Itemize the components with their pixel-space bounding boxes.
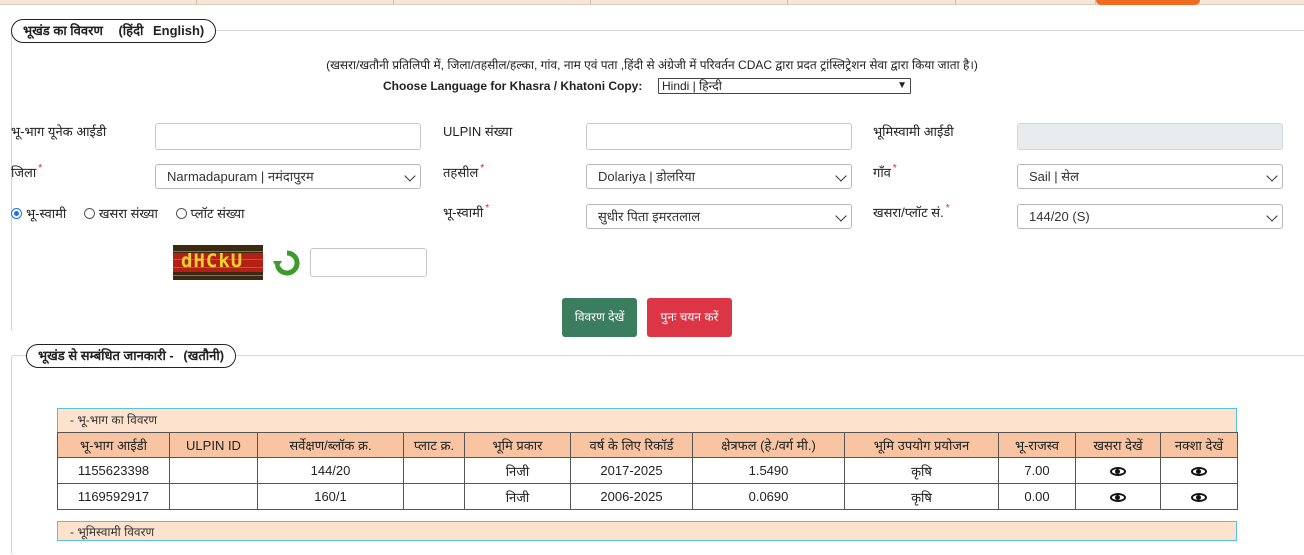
owner-id-input — [1017, 123, 1283, 150]
owner-id-label: भूमिस्वामी आईडी — [873, 124, 954, 139]
lang-hindi-link[interactable]: (हिंदी — [118, 23, 143, 38]
village-select[interactable]: Sail | सेल — [1017, 164, 1283, 189]
cell-revenue: 0.00 — [998, 483, 1076, 510]
search-type-radio-group: भू-स्वामी खसरा संख्या प्लॉट संख्या — [11, 204, 258, 222]
unique-id-label: भू-भाग यूनेक आईडी — [11, 124, 107, 139]
cell-record-years: 2017-2025 — [570, 457, 693, 484]
col-header: भूमि प्रकार — [464, 432, 571, 458]
cell-record-years: 2006-2025 — [570, 483, 693, 510]
cell-ulpin — [169, 483, 258, 510]
eye-icon[interactable] — [1110, 467, 1126, 477]
col-header: नक्शा देखें — [1160, 432, 1238, 458]
transliteration-note: (खसरा/खतौनी प्रतिलिपी में, जिला/तहसील/हल… — [326, 58, 978, 72]
tehsil-select-value: Dolariya | डोलरिया — [598, 169, 696, 184]
col-header: भू-राजस्व — [998, 432, 1076, 458]
district-label: जिला * — [11, 163, 43, 180]
chevron-down-icon — [835, 170, 847, 182]
cell-view-map — [1160, 483, 1238, 510]
col-header: ULPIN ID — [169, 432, 258, 458]
view-details-button[interactable]: विवरण देखें — [562, 298, 637, 337]
chevron-down-icon: ▼ — [897, 80, 907, 91]
cell-area: 1.5490 — [692, 457, 845, 484]
village-select-value: Sail | सेल — [1029, 169, 1079, 184]
chevron-down-icon — [835, 210, 847, 222]
col-header: सर्वेक्षण/ब्लॉक क्र. — [257, 432, 404, 458]
land-table: भू-भाग आईडी ULPIN ID सर्वेक्षण/ब्लॉक क्र… — [57, 432, 1238, 510]
owner-details-panel-heading: - भूमिस्वामी विवरण — [57, 521, 1237, 541]
table-row: 1155623398 144/20 निजी 2017-2025 1.5490 … — [57, 457, 1238, 484]
owner-select[interactable]: सुधीर पिता इमरतलाल — [586, 204, 852, 229]
language-select[interactable]: Hindi | हिन्दी ▼ — [658, 78, 911, 94]
eye-icon[interactable] — [1191, 467, 1207, 477]
cell-land-use: कृषि — [844, 483, 999, 510]
cell-land-type: निजी — [464, 457, 571, 484]
cell-plot-no — [403, 457, 465, 484]
reset-selection-button[interactable]: पुनः चयन करें — [647, 298, 732, 337]
captcha-input[interactable] — [310, 248, 427, 277]
col-header: क्षेत्रफल (हे./वर्ग मी.) — [692, 432, 845, 458]
col-header: खसरा देखें — [1075, 432, 1161, 458]
owner-label: भू-स्वामी * — [443, 203, 490, 220]
section-legend-land-details: भूखंड का विवरण (हिंदी English) — [11, 19, 217, 43]
col-header: प्लाट क्र. — [403, 432, 465, 458]
col-header: भूमि उपयोग प्रयोजन — [844, 432, 999, 458]
cell-area: 0.0690 — [692, 483, 845, 510]
village-label: गाँव * — [873, 163, 897, 180]
owner-select-value: सुधीर पिता इमरतलाल — [598, 209, 701, 224]
radio-selected-icon[interactable] — [11, 208, 22, 219]
khasra-label: खसरा/प्लॉट सं. * — [873, 203, 950, 220]
section2-title: भूखंड से सम्बंधित जानकारी - — [38, 348, 174, 363]
lang-english-link[interactable]: English) — [153, 23, 204, 38]
col-header: वर्ष के लिए रिकॉर्ड — [570, 432, 693, 458]
radio-owner[interactable]: भू-स्वामी — [11, 204, 66, 222]
table-row: 1169592917 160/1 निजी 2006-2025 0.0690 क… — [57, 483, 1238, 510]
cell-revenue: 7.00 — [998, 457, 1076, 484]
cell-land-id: 1169592917 — [57, 483, 170, 510]
cell-land-use: कृषि — [844, 457, 999, 484]
section-title: भूखंड का विवरण — [23, 23, 103, 38]
captcha-image: dHCkU — [173, 245, 263, 280]
eye-icon[interactable] — [1110, 493, 1126, 503]
district-select[interactable]: Narmadapuram | नमंदापुरम — [155, 164, 421, 189]
tehsil-label: तहसील * — [443, 163, 485, 180]
cell-land-type: निजी — [464, 483, 571, 510]
panel-heading: - भू-भाग का विवरण — [57, 408, 1237, 432]
radio-icon[interactable] — [83, 208, 95, 219]
cell-view-khasra — [1075, 457, 1161, 484]
language-select-value: Hindi | हिन्दी — [662, 79, 722, 93]
cell-view-khasra — [1075, 483, 1161, 510]
section2-subtitle: (खतौनी) — [183, 348, 225, 363]
eye-icon[interactable] — [1191, 493, 1207, 503]
cell-land-id: 1155623398 — [57, 457, 170, 484]
cell-survey-no: 160/1 — [257, 483, 404, 510]
chevron-down-icon — [1266, 210, 1278, 222]
district-select-value: Narmadapuram | नमंदापुरम — [167, 169, 314, 184]
cell-plot-no — [403, 483, 465, 510]
khasra-select-value: 144/20 (S) — [1029, 209, 1090, 224]
captcha-text: dHCkU — [181, 250, 244, 272]
col-header: भू-भाग आईडी — [57, 432, 170, 458]
ulpin-label: ULPIN संख्या — [443, 124, 513, 139]
active-nav-tab[interactable] — [1096, 0, 1200, 5]
top-nav-strip — [0, 0, 1304, 5]
chevron-down-icon — [1266, 170, 1278, 182]
ulpin-input[interactable] — [586, 123, 852, 150]
cell-view-map — [1160, 457, 1238, 484]
unique-id-input[interactable] — [155, 123, 421, 150]
tehsil-select[interactable]: Dolariya | डोलरिया — [586, 164, 852, 189]
refresh-icon[interactable] — [271, 247, 303, 279]
radio-khasra[interactable]: खसरा संख्या — [83, 204, 158, 222]
khasra-select[interactable]: 144/20 (S) — [1017, 204, 1283, 229]
radio-plot[interactable]: प्लॉट संख्या — [175, 204, 244, 222]
cell-ulpin — [169, 457, 258, 484]
land-table-panel: - भू-भाग का विवरण भू-भाग आईडी ULPIN ID स… — [57, 408, 1238, 510]
cell-survey-no: 144/20 — [257, 457, 404, 484]
chevron-down-icon — [404, 170, 416, 182]
choose-language-label: Choose Language for Khasra / Khatoni Cop… — [383, 79, 643, 93]
section-legend-khatauni: भूखंड से सम्बंधित जानकारी - (खतौनी) — [26, 344, 237, 368]
radio-icon[interactable] — [175, 208, 187, 219]
table-header-row: भू-भाग आईडी ULPIN ID सर्वेक्षण/ब्लॉक क्र… — [57, 432, 1238, 458]
